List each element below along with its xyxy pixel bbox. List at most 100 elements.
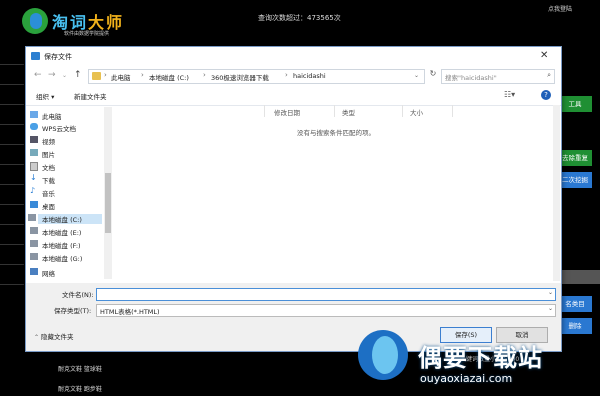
login-link[interactable]: 点我登陆 — [548, 4, 572, 13]
chevron-right-icon: › — [141, 71, 144, 79]
chevron-up-icon: ⌃ — [34, 334, 41, 341]
back-arrow-icon[interactable]: ← — [34, 70, 42, 80]
file-list-scrollbar[interactable] — [553, 105, 560, 281]
close-icon[interactable]: ✕ — [540, 50, 548, 61]
file-type-value: HTML表格(*.HTML) — [100, 308, 160, 316]
save-file-dialog: 保存文件 ✕ ← → ⌄ ↑ › 此电脑 › 本地磁盘 (C:) › 360极速… — [25, 46, 562, 352]
drive-icon — [30, 253, 38, 260]
folder-icon — [92, 72, 101, 80]
sidebar-item-label: 本地磁盘 (F:) — [42, 242, 81, 250]
navigation-scrollbar[interactable] — [104, 107, 112, 279]
breadcrumb-drive-c[interactable]: 本地磁盘 (C:) — [149, 72, 189, 82]
app-logo-subtitle: 软件由数据学院提供 — [64, 31, 110, 37]
chevron-down-icon[interactable]: ⌄ — [548, 305, 553, 312]
sidebar-item-wps-cloud[interactable]: WPS云文档 — [30, 123, 76, 133]
sidebar-item-drive-e[interactable]: 本地磁盘 (E:) — [30, 227, 82, 237]
sidebar-item-label: 文档 — [42, 164, 55, 172]
watermark-text: 偶要下载站 — [418, 344, 543, 372]
delete-button[interactable]: 删除 — [558, 318, 592, 334]
tools-button[interactable]: 工具 — [558, 96, 592, 112]
search-input[interactable]: 搜索"haicidashi" ⌕ — [441, 69, 555, 84]
file-name-label: 文件名(N): — [62, 291, 94, 299]
drive-icon — [30, 240, 38, 247]
drive-icon — [28, 214, 36, 221]
category-button[interactable]: 名类目 — [558, 296, 592, 312]
breadcrumb-download-folder[interactable]: 360极速浏览器下载 — [211, 72, 269, 82]
cloud-icon — [30, 123, 38, 130]
column-header-size[interactable]: 大小 — [410, 107, 423, 117]
chevron-right-icon: › — [104, 71, 107, 79]
watermark-url: ouyaoxiazai.com — [420, 372, 513, 385]
document-icon — [30, 162, 38, 171]
desktop-icon — [30, 201, 38, 208]
sidebar-item-label: 本地磁盘 (E:) — [42, 229, 82, 237]
chevron-down-icon[interactable]: ⌄ — [414, 72, 419, 79]
sidebar-item-drive-g[interactable]: 本地磁盘 (G:) — [30, 253, 83, 263]
address-bar: ← → ⌄ ↑ › 此电脑 › 本地磁盘 (C:) › 360极速浏览器下载 ›… — [26, 67, 561, 85]
keyword-row[interactable]: 耐克文鞋 跑步鞋 — [58, 384, 102, 393]
sidebar-item-desktop[interactable]: 桌面 — [30, 201, 55, 211]
breadcrumb-current-folder[interactable]: haicidashi — [293, 72, 326, 80]
sidebar-item-label: 下载 — [42, 177, 55, 185]
forward-arrow-icon[interactable]: → — [48, 70, 56, 80]
sidebar-item-label: WPS云文档 — [42, 125, 76, 133]
sidebar-item-label: 图片 — [42, 151, 55, 159]
breadcrumb[interactable]: › 此电脑 › 本地磁盘 (C:) › 360极速浏览器下载 › haicida… — [88, 69, 425, 84]
download-icon: ↓ — [30, 173, 37, 182]
chevron-down-icon[interactable]: ⌄ — [548, 289, 553, 296]
network-icon — [30, 268, 38, 275]
query-count-text: 查询次数超过：473565次 — [258, 14, 341, 22]
refresh-icon[interactable]: ↻ — [427, 69, 439, 82]
sidebar-item-label: 网络 — [42, 270, 55, 278]
organize-menu[interactable]: 组织 ▾ — [36, 91, 54, 101]
right-panel-strip — [560, 270, 600, 284]
sidebar-item-documents[interactable]: 文档 — [30, 162, 55, 172]
app-logo-icon — [22, 8, 48, 34]
computer-icon — [30, 111, 38, 118]
app-icon — [31, 52, 40, 60]
picture-icon — [30, 149, 38, 156]
dedupe-button[interactable]: 去除重复 — [558, 150, 592, 166]
music-icon: ♪ — [30, 186, 36, 195]
watermark-logo-icon — [358, 330, 408, 380]
file-name-input[interactable]: ⌄ — [96, 288, 556, 301]
sidebar-item-network[interactable]: 网络 — [30, 268, 55, 278]
column-header-modified[interactable]: 修改日期 — [274, 107, 300, 117]
keyword-row[interactable]: 耐克文鞋 篮球鞋 — [58, 364, 102, 373]
sidebar-item-downloads[interactable]: ↓ 下载 — [30, 173, 55, 185]
sidebar-item-label: 桌面 — [42, 203, 55, 211]
scrollbar-thumb[interactable] — [105, 173, 111, 233]
up-arrow-icon[interactable]: ↑ — [74, 70, 82, 80]
sidebar-item-videos[interactable]: 视频 — [30, 136, 55, 146]
sidebar-item-drive-f[interactable]: 本地磁盘 (F:) — [30, 240, 81, 250]
help-icon[interactable]: ? — [541, 90, 551, 100]
chevron-down-icon[interactable]: ⌄ — [62, 72, 67, 79]
sidebar-item-this-pc[interactable]: 此电脑 — [30, 111, 62, 121]
column-header-type[interactable]: 类型 — [342, 107, 355, 117]
secondary-mine-button[interactable]: 二次挖掘 — [558, 172, 592, 188]
sidebar-item-music[interactable]: ♪ 音乐 — [30, 186, 55, 198]
file-type-select[interactable]: HTML表格(*.HTML) ⌄ — [96, 304, 556, 317]
search-icon: ⌕ — [547, 71, 551, 79]
chevron-right-icon: › — [203, 71, 206, 79]
sidebar-item-label: 视频 — [42, 138, 55, 146]
video-icon — [30, 136, 38, 143]
sidebar-item-pictures[interactable]: 图片 — [30, 149, 55, 159]
drive-icon — [30, 227, 38, 234]
file-type-label: 保存类型(T): — [54, 307, 92, 315]
sidebar-item-drive-c[interactable]: 本地磁盘 (C:) — [28, 214, 102, 224]
new-folder-button[interactable]: 新建文件夹 — [74, 91, 107, 101]
hide-folders-toggle[interactable]: ⌃ 隐藏文件夹 — [34, 331, 73, 341]
search-placeholder: 搜索"haicidashi" — [445, 74, 497, 82]
sidebar-item-label: 本地磁盘 (C:) — [42, 216, 82, 224]
hide-folders-label: 隐藏文件夹 — [40, 333, 74, 341]
sidebar-item-label: 本地磁盘 (G:) — [42, 255, 83, 263]
breadcrumb-this-pc[interactable]: 此电脑 — [111, 72, 131, 82]
app-left-list — [0, 44, 24, 344]
dialog-toolbar: 组织 ▾ 新建文件夹 ☷▾ ? — [26, 87, 561, 106]
dialog-titlebar[interactable]: 保存文件 ✕ — [26, 47, 561, 66]
dialog-title: 保存文件 — [44, 53, 72, 61]
file-list: 修改日期 类型 大小 没有与搜索条件匹配的项。 — [114, 105, 554, 281]
view-options-icon[interactable]: ☷▾ — [504, 90, 515, 99]
empty-results-message: 没有与搜索条件匹配的项。 — [297, 129, 375, 137]
